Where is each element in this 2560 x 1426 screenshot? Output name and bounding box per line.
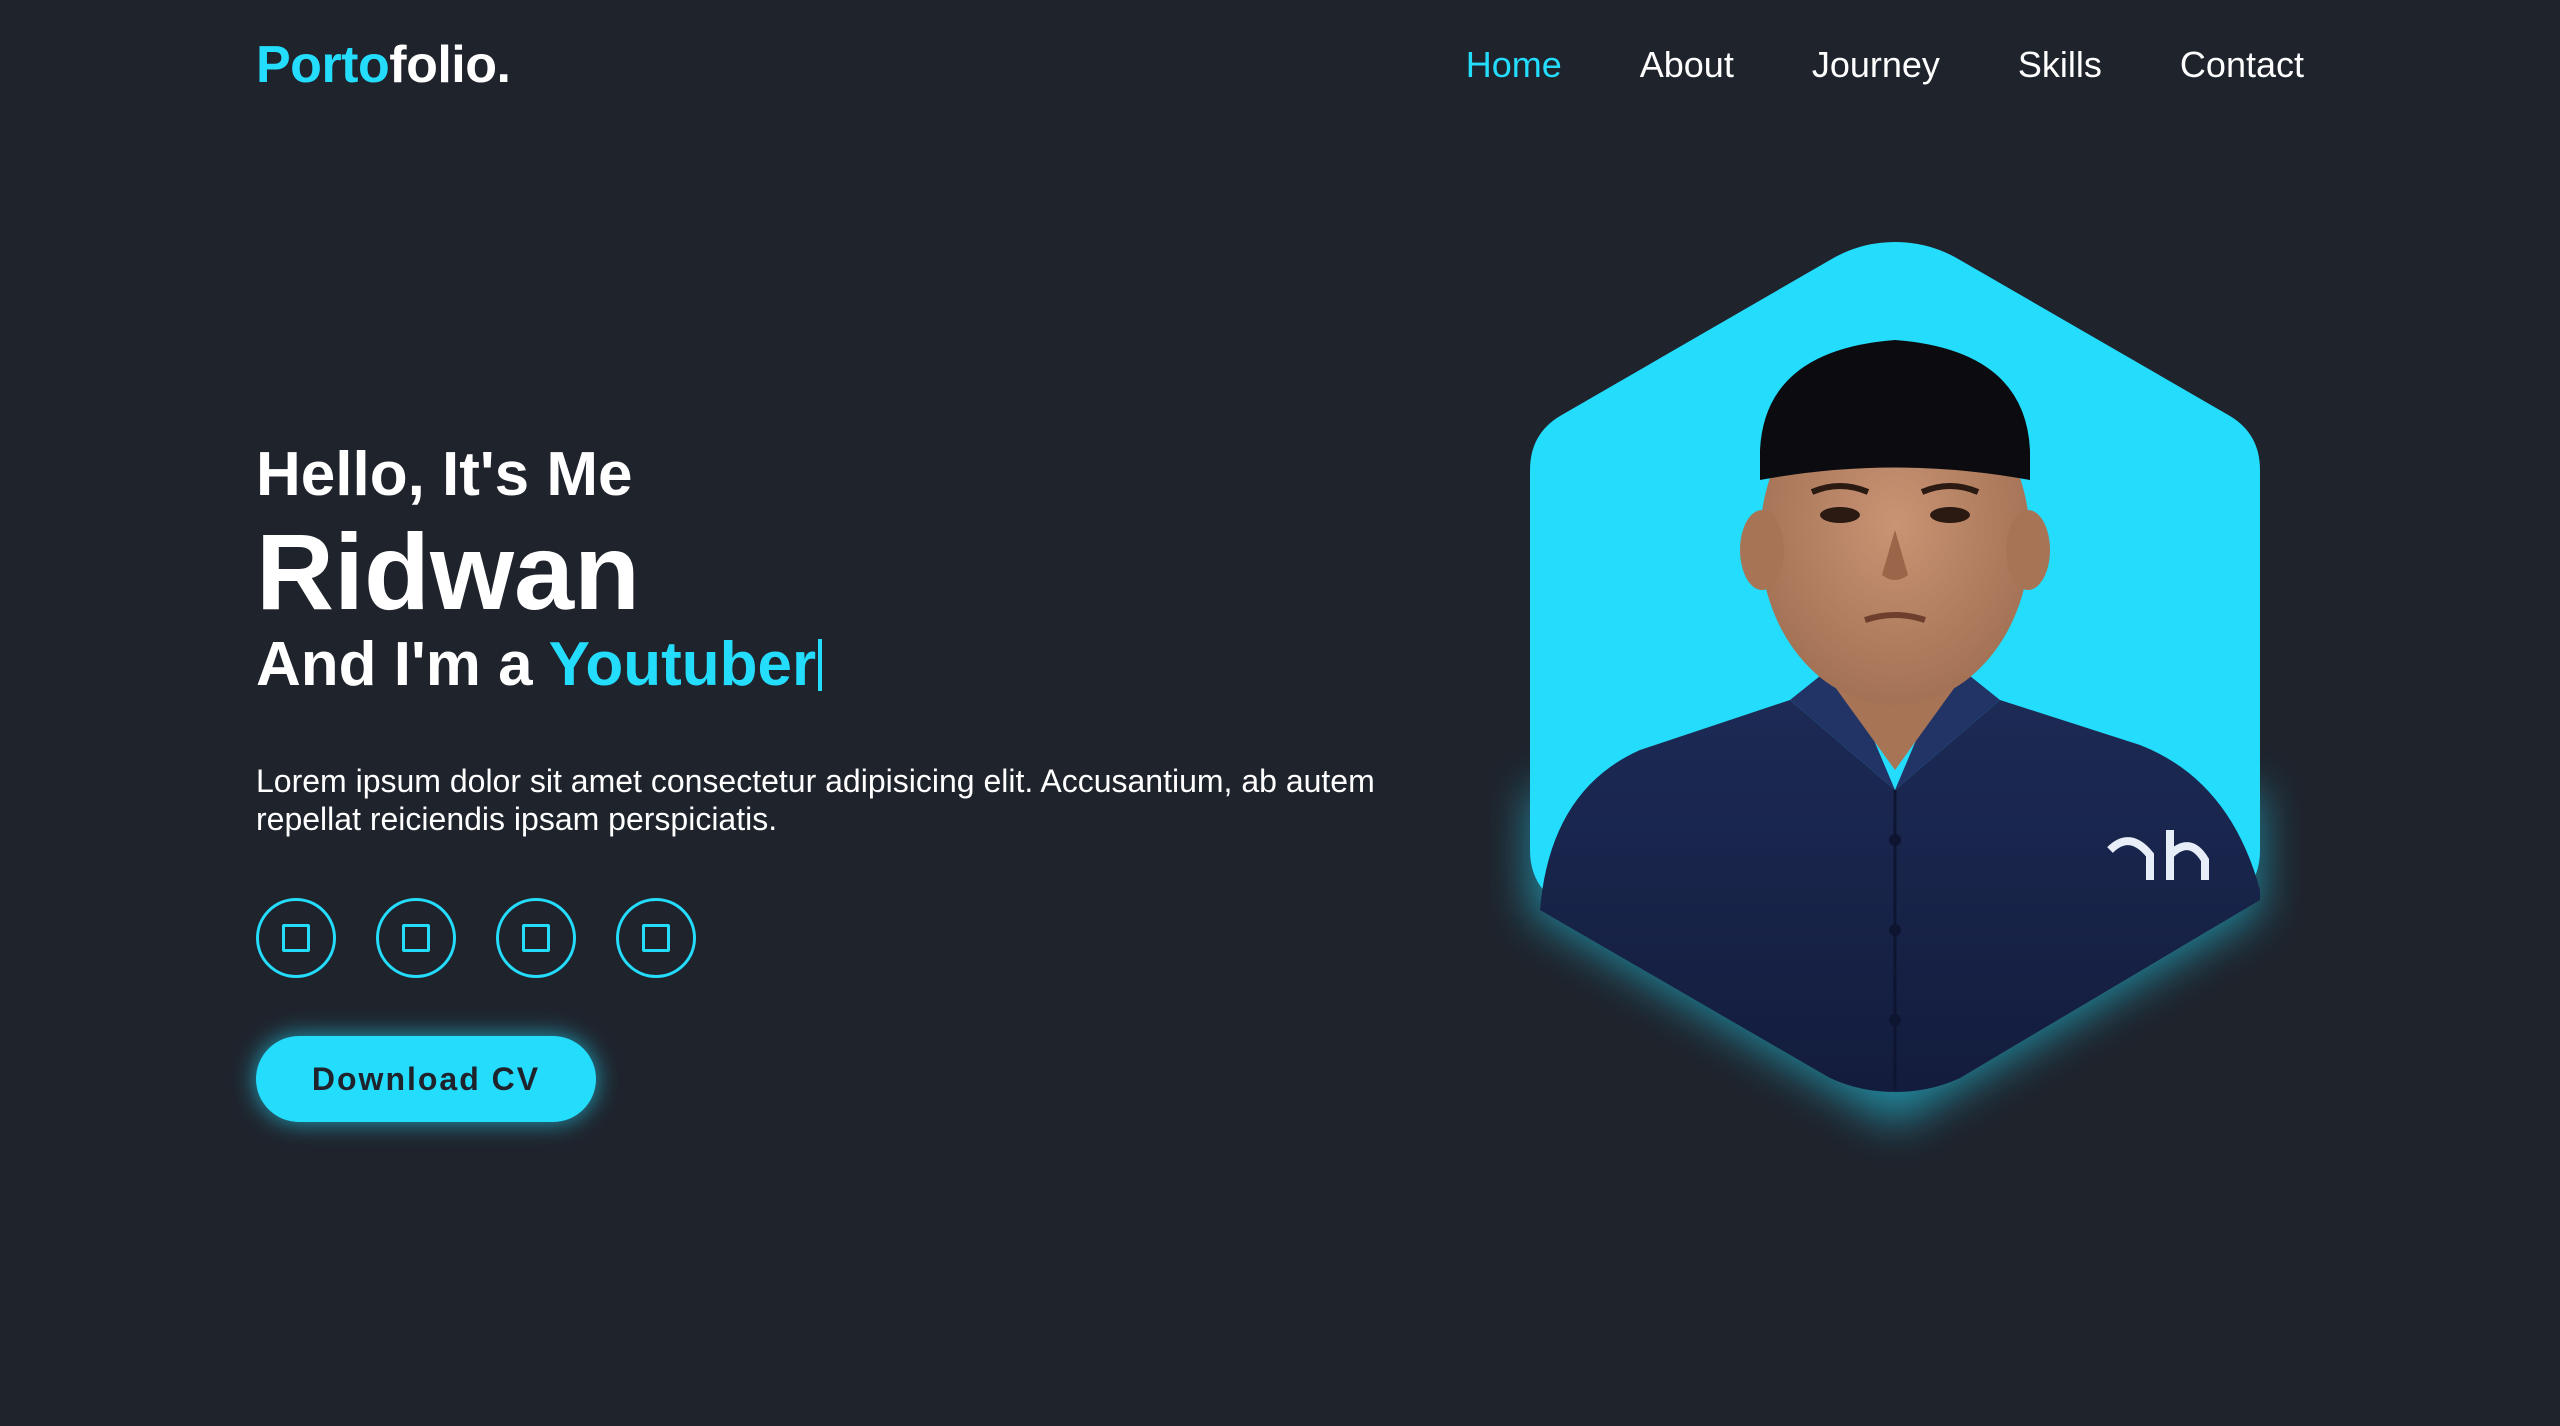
logo-rest: folio. [389, 36, 511, 94]
hero-greeting: Hello, It's Me [256, 440, 633, 509]
nav-journey[interactable]: Journey [1812, 40, 1940, 90]
portfolio-page: Portofolio. Home About Journey Skills Co… [0, 0, 2560, 1426]
hero-description: Lorem ipsum dolor sit amet consectetur a… [256, 763, 1375, 837]
social-icon [282, 924, 310, 952]
download-cv-button[interactable]: Download CV [256, 1036, 596, 1122]
nav-home[interactable]: Home [1466, 40, 1562, 90]
social-link-3[interactable] [496, 898, 576, 978]
social-link-2[interactable] [376, 898, 456, 978]
typing-caret [818, 639, 823, 691]
hero-role: And I'm a Youtuber [256, 628, 823, 702]
site-logo[interactable]: Portofolio. [256, 34, 511, 96]
social-icon [402, 924, 430, 952]
social-icon [642, 924, 670, 952]
hero-role-prefix: And I'm a [256, 630, 549, 699]
social-links [256, 898, 696, 978]
social-link-1[interactable] [256, 898, 336, 978]
social-icon [522, 924, 550, 952]
hero-name: Ridwan [256, 511, 641, 632]
nav-about[interactable]: About [1640, 40, 1734, 90]
nav-contact[interactable]: Contact [2180, 40, 2304, 90]
social-link-4[interactable] [616, 898, 696, 978]
nav-skills[interactable]: Skills [2018, 40, 2102, 90]
logo-accent: Porto [256, 36, 390, 94]
hero-role-typed: Youtuber [548, 630, 817, 699]
main-nav: Home About Journey Skills Contact [1466, 40, 2304, 90]
profile-image [1490, 230, 2300, 1190]
